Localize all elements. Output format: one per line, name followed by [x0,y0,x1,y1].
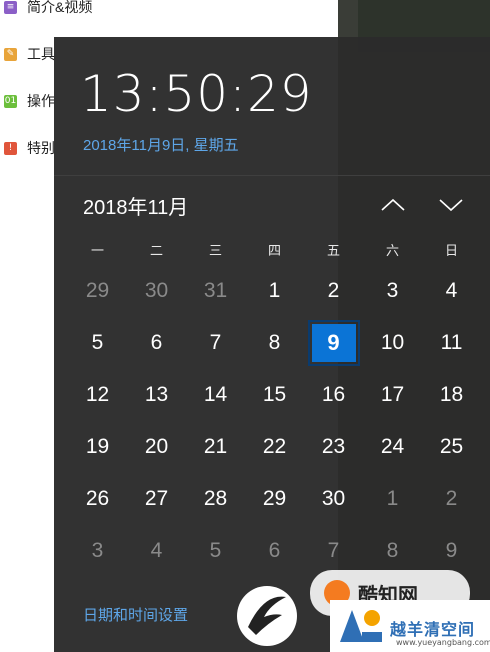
sidebar-item-label: 简介&视频 [27,0,93,15]
sidebar-item-label: 特别 [27,140,55,156]
calendar-day[interactable]: 1 [363,473,422,525]
site-url: www.yueyangbang.com [396,638,490,647]
weekday-label: 五 [326,242,340,258]
site-watermark: 越羊清空间 www.yueyangbang.com [330,600,490,652]
chevron-up-icon[interactable] [376,191,410,219]
clock-time: 13:50:29 [80,65,313,123]
sidebar-item[interactable]: 01 操作 [0,88,55,114]
calendar-day-number: 9 [327,330,340,355]
calendar-day[interactable]: 3 [363,265,422,317]
calendar-day[interactable]: 30 [304,473,363,525]
calendar-day[interactable]: 29 [68,265,127,317]
alert-icon: ! [4,141,17,155]
calendar-day[interactable]: 21 [186,421,245,473]
calendar-day[interactable]: 2 [304,265,363,317]
calendar-day[interactable]: 4 [127,525,186,577]
site-logo-icon [340,610,382,642]
weekday-label: 四 [267,242,281,258]
today-highlight: 9 [307,320,360,366]
calendar-day[interactable]: 29 [245,473,304,525]
sidebar-item-label: 工具 [27,46,55,62]
calendar-day[interactable]: 11 [422,317,481,369]
calendar-day[interactable]: 1 [245,265,304,317]
calendar-day[interactable]: 30 [127,265,186,317]
weekday-label: 日 [444,242,458,258]
calendar-day-today[interactable]: 9 [304,317,363,369]
calendar-day[interactable]: 6 [127,317,186,369]
calendar-day[interactable]: 14 [186,369,245,421]
calendar-day[interactable]: 3 [68,525,127,577]
calendar-day[interactable]: 10 [363,317,422,369]
calendar-week: 29 30 31 1 2 3 4 [68,265,486,317]
calendar-day[interactable]: 20 [127,421,186,473]
weekday-header: 一二三四五六日 [68,233,486,265]
calendar-day[interactable]: 15 [245,369,304,421]
date-time-settings-link[interactable]: 日期和时间设置 [83,604,188,625]
step-icon: 01 [4,94,17,108]
calendar-day[interactable]: 31 [186,265,245,317]
sidebar-item[interactable]: ≡ 简介&视频 [0,0,92,20]
calendar-week: 26 27 28 29 30 1 2 [68,473,486,525]
chevron-down-icon[interactable] [434,191,468,219]
calendar-day[interactable]: 5 [186,525,245,577]
calendar-grid: 一二三四五六日 29 30 31 1 2 3 4 5 6 7 8 9 10 11 12 13 14 15 16 17 18… [68,233,486,577]
calendar-day[interactable]: 27 [127,473,186,525]
calendar-day[interactable]: 4 [422,265,481,317]
weekday-label: 二 [149,242,163,258]
calendar-day[interactable]: 26 [68,473,127,525]
calendar-day[interactable]: 12 [68,369,127,421]
calendar-day[interactable]: 19 [68,421,127,473]
calendar-week: 12 13 14 15 16 17 18 [68,369,486,421]
weekday-label: 三 [208,242,222,258]
calendar-day[interactable]: 28 [186,473,245,525]
calendar-week: 19 20 21 22 23 24 25 [68,421,486,473]
wrench-icon: ✎ [4,47,17,61]
calendar-day[interactable]: 2 [422,473,481,525]
calendar-day[interactable]: 22 [245,421,304,473]
calendar-day[interactable]: 5 [68,317,127,369]
calendar-day[interactable]: 13 [127,369,186,421]
calendar-day[interactable]: 8 [245,317,304,369]
list-icon: ≡ [4,0,17,14]
date-link[interactable]: 2018年11月9日, 星期五 [83,134,239,155]
sidebar-item[interactable]: ✎ 工具 [0,41,55,67]
calendar-day[interactable]: 24 [363,421,422,473]
weekday-label: 一 [90,242,104,258]
sidebar-item-label: 操作 [27,93,55,109]
calendar-day[interactable]: 6 [245,525,304,577]
calendar-week: 5 6 7 8 9 10 11 [68,317,486,369]
calendar-day[interactable]: 18 [422,369,481,421]
calendar-day[interactable]: 25 [422,421,481,473]
sidebar-item[interactable]: ! 特别 [0,135,55,161]
divider [54,175,490,176]
watermark-logo-icon [237,586,297,646]
calendar-day[interactable]: 7 [186,317,245,369]
calendar-day[interactable]: 16 [304,369,363,421]
weekday-label: 六 [385,242,399,258]
calendar-day[interactable]: 23 [304,421,363,473]
month-title[interactable]: 2018年11月 [83,191,188,220]
calendar-flyout: 13:50:29 2018年11月9日, 星期五 2018年11月 一 二 三 四 五 六… [54,37,490,652]
calendar-day[interactable]: 17 [363,369,422,421]
site-text: 越羊清空间 [390,622,476,639]
